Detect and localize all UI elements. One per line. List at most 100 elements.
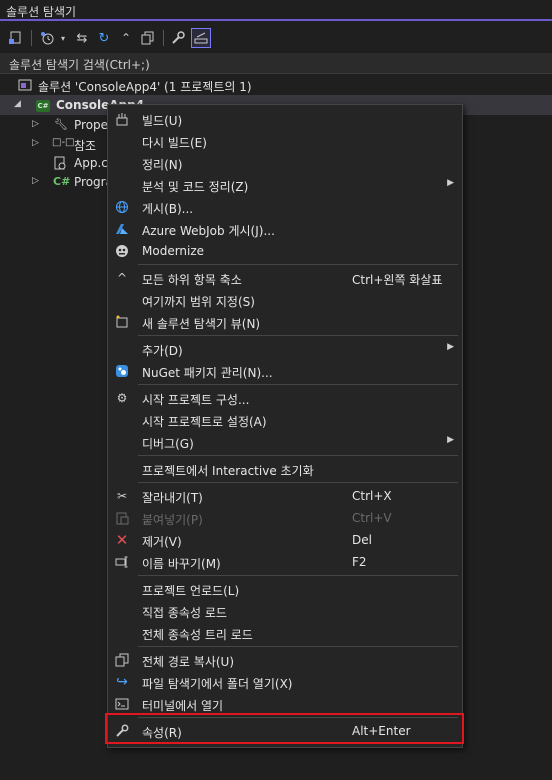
menu-item-label: 시작 프로젝트로 설정(A) xyxy=(142,415,267,429)
tree-item-label: 참조 xyxy=(74,139,97,153)
submenu-arrow-icon: ▶ xyxy=(447,435,454,445)
menu-item-shortcut: Ctrl+X xyxy=(352,489,392,503)
menu-item-open-terminal[interactable]: 터미널에서 열기 xyxy=(108,693,462,715)
config-icon xyxy=(53,156,67,173)
menu-item-add[interactable]: 추가(D) ▶ xyxy=(108,338,462,360)
menu-item-label: Modernize xyxy=(142,244,205,258)
rename-icon xyxy=(114,554,130,570)
paste-icon xyxy=(114,510,130,526)
menu-item-shortcut: F2 xyxy=(352,555,367,569)
menu-item-shortcut: Del xyxy=(352,533,372,547)
menu-separator xyxy=(138,264,458,265)
menu-item-label: 빌드(U) xyxy=(142,114,183,128)
toolbar-separator xyxy=(31,30,32,46)
switch-views-icon[interactable] xyxy=(6,28,26,48)
context-menu: 빌드(U) 다시 빌드(E) 정리(N) 분석 및 코드 정리(Z) ▶ 게시(… xyxy=(107,104,463,748)
properties-highlight-box xyxy=(105,713,464,744)
menu-item-clean[interactable]: 정리(N) xyxy=(108,152,462,174)
menu-item-label: 이름 바꾸기(M) xyxy=(142,557,221,571)
expander-collapsed-icon[interactable]: ▷ xyxy=(32,176,39,186)
menu-item-collapse-all[interactable]: ^ 모든 하위 항목 축소 Ctrl+왼쪽 화살표 xyxy=(108,267,462,289)
menu-item-label: 새 솔루션 탐색기 뷰(N) xyxy=(142,317,261,331)
dropdown-arrow-icon[interactable]: ▾ xyxy=(57,28,69,48)
menu-item-cut[interactable]: ✂ 잘라내기(T) Ctrl+X xyxy=(108,485,462,507)
menu-separator xyxy=(138,482,458,483)
expander-expanded-icon[interactable]: ◢ xyxy=(14,99,21,109)
menu-item-build[interactable]: 빌드(U) xyxy=(108,108,462,130)
copy-icon xyxy=(114,652,130,668)
scissors-icon: ✂ xyxy=(116,489,128,503)
delete-icon: ✕ xyxy=(115,531,129,549)
menu-item-label: 터미널에서 열기 xyxy=(142,699,224,713)
menu-item-debug[interactable]: 디버그(G) ▶ xyxy=(108,431,462,453)
nuget-icon xyxy=(114,363,130,379)
menu-item-publish[interactable]: 게시(B)... xyxy=(108,196,462,218)
menu-item-shortcut: Ctrl+왼쪽 화살표 xyxy=(352,273,443,287)
menu-item-unload-project[interactable]: 프로젝트 언로드(L) xyxy=(108,578,462,600)
refresh-icon[interactable]: ↻ xyxy=(94,28,114,48)
menu-item-rebuild[interactable]: 다시 빌드(E) xyxy=(108,130,462,152)
menu-item-label: 게시(B)... xyxy=(142,202,194,216)
menu-item-copy-path[interactable]: 전체 경로 복사(U) xyxy=(108,649,462,671)
submenu-arrow-icon: ▶ xyxy=(447,178,454,188)
menu-item-remove[interactable]: ✕ 제거(V) Del xyxy=(108,529,462,551)
menu-item-interactive-init[interactable]: 프로젝트에서 Interactive 초기화 xyxy=(108,458,462,480)
menu-separator xyxy=(138,384,458,385)
menu-item-label: 시작 프로젝트 구성... xyxy=(142,393,250,407)
menu-item-label: NuGet 패키지 관리(N)... xyxy=(142,366,273,380)
menu-item-label: 프로젝트에서 Interactive 초기화 xyxy=(142,464,314,478)
menu-item-label: 여기까지 범위 지정(S) xyxy=(142,295,255,309)
menu-item-label: 제거(V) xyxy=(142,535,182,549)
menu-item-label: 붙여넣기(P) xyxy=(142,513,203,527)
history-icon[interactable] xyxy=(37,28,57,48)
menu-item-label: 모든 하위 항목 축소 xyxy=(142,273,242,287)
menu-separator xyxy=(138,646,458,647)
submenu-arrow-icon: ▶ xyxy=(447,342,454,352)
gear-icon: ⚙ xyxy=(116,391,128,405)
menu-item-open-folder[interactable]: ↪ 파일 탐색기에서 폴더 열기(X) xyxy=(108,671,462,693)
menu-item-label: 직접 종속성 로드 xyxy=(142,606,227,620)
references-icon: □-□ xyxy=(52,137,75,148)
terminal-icon xyxy=(114,696,130,712)
menu-item-analyze[interactable]: 분석 및 코드 정리(Z) ▶ xyxy=(108,174,462,196)
menu-item-configure-startup[interactable]: ⚙ 시작 프로젝트 구성... xyxy=(108,387,462,409)
collapse-icon[interactable]: ⌃ xyxy=(116,28,136,48)
menu-item-label: 전체 종속성 트리 로드 xyxy=(142,628,253,642)
sync-icon[interactable]: ⇆ xyxy=(72,28,92,48)
menu-item-scope-to-this[interactable]: 여기까지 범위 지정(S) xyxy=(108,289,462,311)
menu-separator xyxy=(138,455,458,456)
globe-icon xyxy=(114,199,130,215)
expander-collapsed-icon[interactable]: ▷ xyxy=(32,138,39,148)
new-view-icon xyxy=(114,314,130,330)
csharp-icon: C# xyxy=(53,175,71,188)
menu-item-label: 다시 빌드(E) xyxy=(142,136,207,150)
search-input[interactable]: 솔루션 탐색기 검색(Ctrl+;) xyxy=(0,53,552,74)
menu-item-load-direct-deps[interactable]: 직접 종속성 로드 xyxy=(108,600,462,622)
azure-icon xyxy=(114,221,130,237)
modernize-icon xyxy=(114,243,130,259)
preview-icon[interactable] xyxy=(191,28,211,48)
menu-item-shortcut: Ctrl+V xyxy=(352,511,392,525)
menu-item-label: 파일 탐색기에서 폴더 열기(X) xyxy=(142,677,293,691)
menu-item-azure-webjob[interactable]: Azure WebJob 게시(J)... xyxy=(108,218,462,240)
copy-icon[interactable] xyxy=(138,28,158,48)
expander-collapsed-icon[interactable]: ▷ xyxy=(32,119,39,129)
wrench-icon[interactable] xyxy=(168,28,188,48)
menu-item-label: 분석 및 코드 정리(Z) xyxy=(142,180,249,194)
menu-item-nuget[interactable]: NuGet 패키지 관리(N)... xyxy=(108,360,462,382)
open-folder-icon: ↪ xyxy=(116,674,128,690)
menu-separator xyxy=(138,575,458,576)
menu-item-load-full-deps[interactable]: 전체 종속성 트리 로드 xyxy=(108,622,462,644)
collapse-icon: ^ xyxy=(116,271,128,285)
menu-item-label: 잘라내기(T) xyxy=(142,491,203,505)
menu-item-rename[interactable]: 이름 바꾸기(M) F2 xyxy=(108,551,462,573)
panel-title-bar: 솔루션 탐색기 xyxy=(0,0,552,21)
menu-item-new-view[interactable]: 새 솔루션 탐색기 뷰(N) xyxy=(108,311,462,333)
menu-item-label: 프로젝트 언로드(L) xyxy=(142,584,240,598)
panel-title: 솔루션 탐색기 xyxy=(6,5,77,19)
tree-solution-node[interactable]: 솔루션 'ConsoleApp4' (1 프로젝트의 1) xyxy=(0,75,552,95)
menu-item-modernize[interactable]: Modernize xyxy=(108,240,462,262)
search-placeholder: 솔루션 탐색기 검색(Ctrl+;) xyxy=(9,58,150,72)
menu-item-set-startup[interactable]: 시작 프로젝트로 설정(A) xyxy=(108,409,462,431)
menu-item-label: Azure WebJob 게시(J)... xyxy=(142,224,275,238)
